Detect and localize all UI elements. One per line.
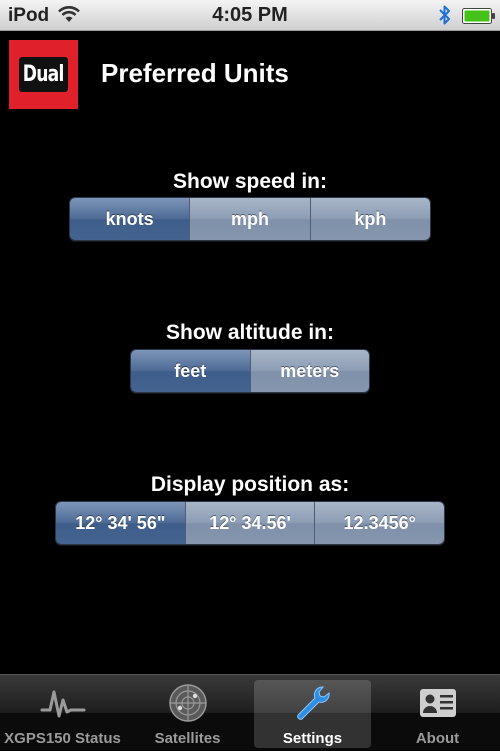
speed-option-mph[interactable]: mph <box>189 198 310 240</box>
tab-bar: XGPS150 Status Satellites Settings About <box>0 674 500 750</box>
speed-option-kph[interactable]: kph <box>309 198 430 240</box>
tab-about[interactable]: About <box>375 675 500 751</box>
clock-label: 4:05 PM <box>212 4 288 26</box>
logo-text: Dual <box>23 62 65 87</box>
speed-label: Show speed in: <box>172 170 327 193</box>
signal-wave-icon <box>0 683 125 723</box>
position-option-dms[interactable]: 12° 34' 56" <box>56 502 185 544</box>
radar-icon <box>125 683 250 723</box>
speed-option-knots[interactable]: knots <box>70 198 190 240</box>
contact-card-icon <box>375 683 500 723</box>
altitude-option-feet[interactable]: feet <box>131 350 250 392</box>
tab-settings[interactable]: Settings <box>250 675 375 751</box>
position-label: Display position as: <box>150 473 350 496</box>
battery-icon <box>462 8 496 29</box>
tab-label-about: About <box>415 730 460 747</box>
speed-segmented-control[interactable]: knots mph kph <box>69 197 431 241</box>
tab-satellites[interactable]: Satellites <box>125 675 250 751</box>
position-option-dm[interactable]: 12° 34.56' <box>184 502 315 544</box>
altitude-segmented-control[interactable]: feet meters <box>130 349 370 393</box>
altitude-option-meters[interactable]: meters <box>249 350 369 392</box>
dual-logo: Dual <box>9 40 78 109</box>
position-segmented-control[interactable]: 12° 34' 56" 12° 34.56' 12.3456° <box>55 501 445 545</box>
page-title: Preferred Units <box>101 58 289 88</box>
status-bar: iPod 4:05 PM <box>0 0 500 31</box>
altitude-label: Show altitude in: <box>166 321 334 344</box>
wrench-icon <box>250 683 375 723</box>
tab-xgps150-status[interactable]: XGPS150 Status <box>0 675 125 751</box>
logo-badge: Dual <box>19 57 68 92</box>
tab-label-settings: Settings <box>282 730 343 747</box>
tab-label-satellites: Satellites <box>154 730 221 747</box>
position-option-decimal[interactable]: 12.3456° <box>314 502 444 544</box>
bluetooth-icon <box>438 4 452 31</box>
tab-label-xgps150-status: XGPS150 Status <box>4 730 121 747</box>
